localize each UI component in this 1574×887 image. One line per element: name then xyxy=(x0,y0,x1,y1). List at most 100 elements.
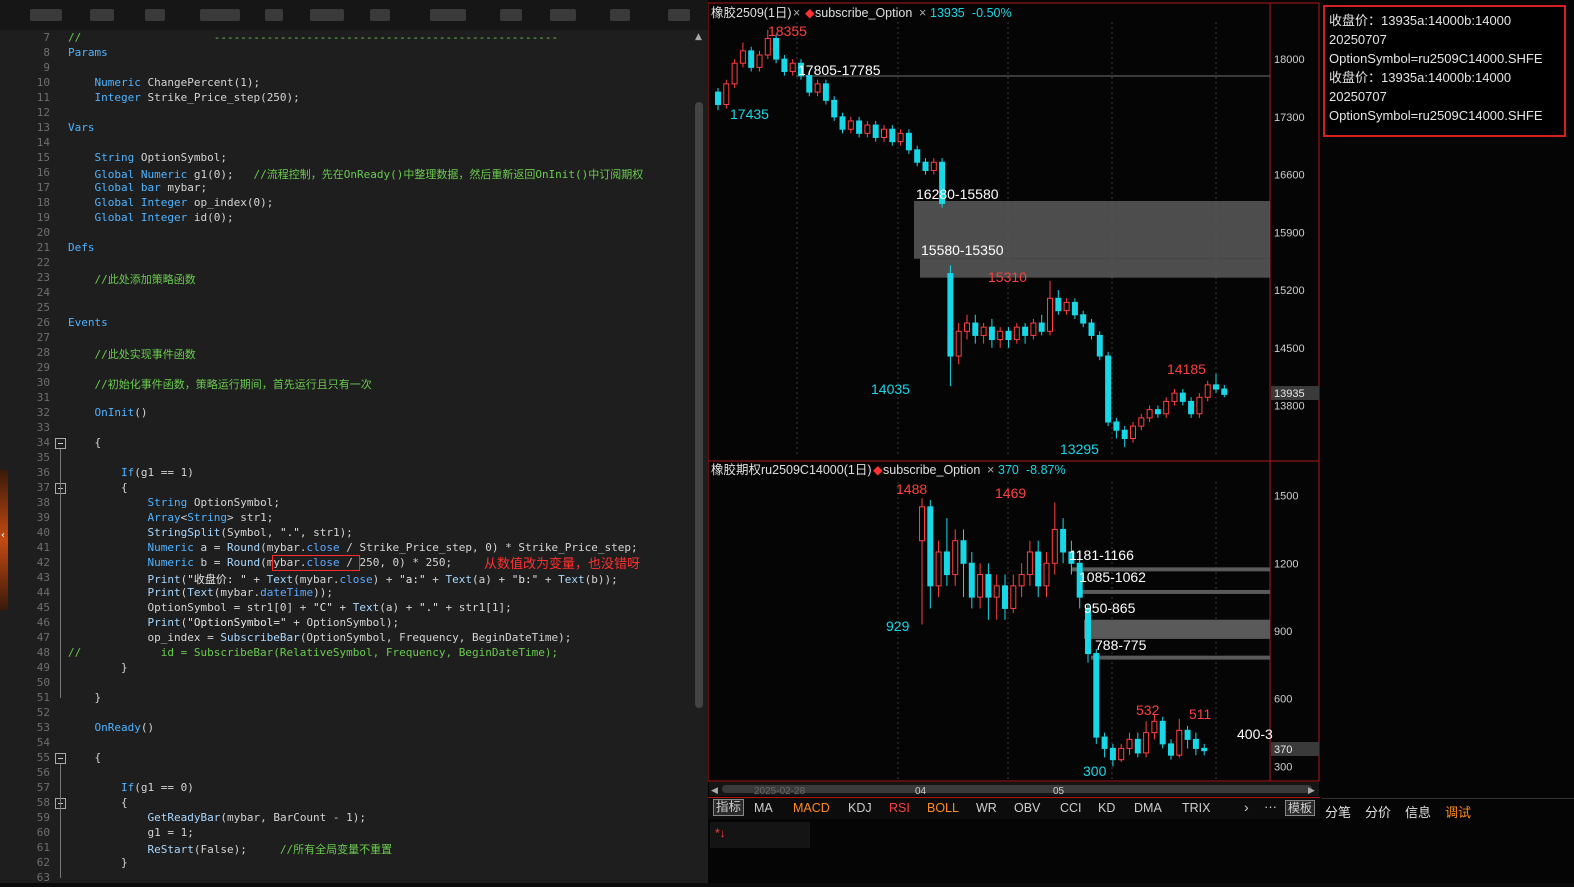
indicator-tab-0[interactable]: 指标 xyxy=(713,799,745,816)
code-text[interactable]: Integer Strike_Price_step(250); xyxy=(68,91,300,104)
code-line[interactable]: 26 Events xyxy=(0,316,690,331)
code-text[interactable]: Events xyxy=(68,316,108,329)
code-line[interactable]: 35 xyxy=(0,451,690,466)
editor-scrollbar[interactable]: ▲ xyxy=(692,30,706,883)
code-line[interactable]: 38 String OptionSymbol; xyxy=(0,496,690,511)
code-text[interactable]: Numeric b = Round(mybar.close / 250, 0) … xyxy=(68,556,452,569)
code-text[interactable]: } xyxy=(68,661,128,674)
side-tab-3[interactable]: 调试 xyxy=(1445,802,1471,821)
code-text[interactable]: Vars xyxy=(68,121,95,134)
code-text[interactable]: // -------------------------------------… xyxy=(68,31,558,44)
code-area[interactable]: 7 // ------------------------------------… xyxy=(0,30,708,883)
code-text[interactable]: StringSplit(Symbol, ".", str1); xyxy=(68,526,352,539)
code-text[interactable]: OnReady() xyxy=(68,721,155,734)
scroll-up-icon[interactable]: ▲ xyxy=(695,32,702,42)
code-text[interactable]: If(g1 == 0) xyxy=(68,781,194,794)
indicator-tab-10[interactable]: DMA xyxy=(1134,801,1162,815)
code-text[interactable]: //初始化事件函数，策略运行期间，首先运行且只有一次 xyxy=(68,376,371,392)
code-text[interactable]: Numeric ChangePercent(1); xyxy=(68,76,261,89)
code-line[interactable]: 27 xyxy=(0,331,690,346)
code-line[interactable]: 44 Print(Text(mybar.dateTime)); xyxy=(0,586,690,601)
code-line[interactable]: 33 xyxy=(0,421,690,436)
overflow-menu-icon[interactable]: ··· xyxy=(1264,799,1277,814)
code-line[interactable]: 14 xyxy=(0,136,690,151)
code-line[interactable]: 63 xyxy=(0,871,690,883)
fold-toggle-icon[interactable] xyxy=(55,438,66,449)
code-line[interactable]: 51 } xyxy=(0,691,690,706)
code-text[interactable]: op_index = SubscribeBar(OptionSymbol, Fr… xyxy=(68,631,571,644)
code-text[interactable]: Global Numeric g1(0); //流程控制，先在OnReady()… xyxy=(68,166,644,182)
indicator-tab-7[interactable]: OBV xyxy=(1014,801,1040,815)
code-line[interactable]: 49 } xyxy=(0,661,690,676)
code-text[interactable]: } xyxy=(68,856,128,869)
side-tab-2[interactable]: 信息 xyxy=(1405,802,1431,821)
code-text[interactable]: Defs xyxy=(68,241,95,254)
code-line[interactable]: 58 { xyxy=(0,796,690,811)
code-text[interactable]: String OptionSymbol; xyxy=(68,151,227,164)
template-button[interactable]: 模板 xyxy=(1285,800,1316,816)
code-text[interactable]: OptionSymbol = str1[0] + "C" + Text(a) +… xyxy=(68,601,511,614)
code-line[interactable]: 11 Integer Strike_Price_step(250); xyxy=(0,91,690,106)
code-line[interactable]: 39 Array<String> str1; xyxy=(0,511,690,526)
code-line[interactable]: 46 Print("OptionSymbol=" + OptionSymbol)… xyxy=(0,616,690,631)
code-line[interactable]: 29 xyxy=(0,361,690,376)
code-line[interactable]: 17 Global bar mybar; xyxy=(0,181,690,196)
code-text[interactable]: { xyxy=(68,436,101,449)
code-line[interactable]: 59 GetReadyBar(mybar, BarCount - 1); xyxy=(0,811,690,826)
indicator-tab-3[interactable]: KDJ xyxy=(848,801,872,815)
indicator-tab-9[interactable]: KD xyxy=(1098,801,1115,815)
code-line[interactable]: 53 OnReady() xyxy=(0,721,690,736)
code-line[interactable]: 43 Print("收盘价: " + Text(mybar.close) + "… xyxy=(0,571,690,586)
code-text[interactable]: Array<String> str1; xyxy=(68,511,273,524)
code-line[interactable]: 54 xyxy=(0,736,690,751)
code-line[interactable]: 28 //此处实现事件函数 xyxy=(0,346,690,361)
code-text[interactable]: Params xyxy=(68,46,108,59)
code-text[interactable]: //此处实现事件函数 xyxy=(68,346,195,362)
indicator-tab-2[interactable]: MACD xyxy=(793,801,830,815)
code-text[interactable]: If(g1 == 1) xyxy=(68,466,194,479)
code-line[interactable]: 45 OptionSymbol = str1[0] + "C" + Text(a… xyxy=(0,601,690,616)
code-line[interactable]: 36 If(g1 == 1) xyxy=(0,466,690,481)
code-line[interactable]: 55 { xyxy=(0,751,690,766)
code-text[interactable]: } xyxy=(68,691,101,704)
indicator-tab-8[interactable]: CCI xyxy=(1060,801,1082,815)
indicator-tab-4[interactable]: RSI xyxy=(889,801,910,815)
indicator-tab-1[interactable]: MA xyxy=(754,801,773,815)
more-indicators-icon[interactable]: › xyxy=(1244,799,1249,815)
code-line[interactable]: 37 { xyxy=(0,481,690,496)
code-line[interactable]: 57 If(g1 == 0) xyxy=(0,781,690,796)
code-line[interactable]: 60 g1 = 1; xyxy=(0,826,690,841)
code-text[interactable]: { xyxy=(68,481,128,494)
code-line[interactable]: 20 xyxy=(0,226,690,241)
code-line[interactable]: 16 Global Numeric g1(0); //流程控制，先在OnRead… xyxy=(0,166,690,181)
code-line[interactable]: 15 String OptionSymbol; xyxy=(0,151,690,166)
code-text[interactable]: Global Integer op_index(0); xyxy=(68,196,274,209)
code-text[interactable]: Global bar mybar; xyxy=(68,181,208,194)
code-text[interactable]: // id = SubscribeBar(RelativeSymbol, Fre… xyxy=(68,646,558,659)
code-line[interactable]: 13 Vars xyxy=(0,121,690,136)
code-line[interactable]: 56 xyxy=(0,766,690,781)
code-line[interactable]: 48 // id = SubscribeBar(RelativeSymbol, F… xyxy=(0,646,690,661)
code-line[interactable]: 52 xyxy=(0,706,690,721)
code-text[interactable]: OnInit() xyxy=(68,406,148,419)
code-text[interactable]: g1 = 1; xyxy=(68,826,193,839)
code-line[interactable]: 21 Defs xyxy=(0,241,690,256)
code-line[interactable]: 23 //此处添加策略函数 xyxy=(0,271,690,286)
indicator-tab-11[interactable]: TRIX xyxy=(1182,801,1210,815)
code-text[interactable]: ReStart(False); //所有全局变量不重置 xyxy=(68,841,392,857)
code-editor[interactable]: ‹ 7// ----------------------------------… xyxy=(0,0,708,883)
code-text[interactable]: Global Integer id(0); xyxy=(68,211,234,224)
chart-area[interactable]: 18000 17300 16600 15900 15200 14500 13800 橡胶250… xyxy=(707,0,1320,883)
code-line[interactable]: 19 Global Integer id(0); xyxy=(0,211,690,226)
code-line[interactable]: 9 xyxy=(0,61,690,76)
code-line[interactable]: 34 { xyxy=(0,436,690,451)
code-text[interactable]: //此处添加策略函数 xyxy=(68,271,195,287)
code-line[interactable]: 32 OnInit() xyxy=(0,406,690,421)
code-line[interactable]: 31 xyxy=(0,391,690,406)
code-line[interactable]: 25 xyxy=(0,301,690,316)
code-line[interactable]: 24 xyxy=(0,286,690,301)
fold-toggle-icon[interactable] xyxy=(55,753,66,764)
code-line[interactable]: 40 StringSplit(Symbol, ".", str1); xyxy=(0,526,690,541)
code-text[interactable]: GetReadyBar(mybar, BarCount - 1); xyxy=(68,811,366,824)
code-text[interactable]: Print("收盘价: " + Text(mybar.close) + "a:"… xyxy=(68,571,617,587)
